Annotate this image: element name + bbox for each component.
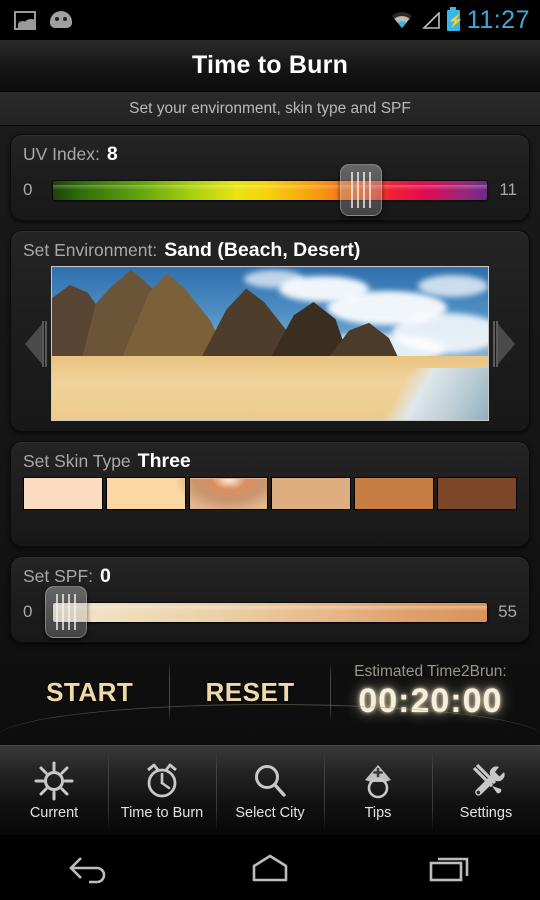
skin-swatch-4[interactable]	[271, 477, 352, 510]
environment-prev-button[interactable]	[23, 305, 47, 383]
bottom-tab-bar: Current Time to Burn Select City Tips Settin…	[0, 745, 540, 835]
spf-max-label: 55	[498, 602, 517, 621]
start-button[interactable]: START	[10, 677, 169, 708]
android-icon	[48, 10, 74, 30]
tab-settings[interactable]: Settings	[432, 746, 540, 835]
page-subtitle: Set your environment, skin type and SPF	[129, 99, 411, 117]
tab-label: Tips	[364, 804, 392, 821]
main-content: UV Index: 8 0 11 Set Environment: Sand (…	[0, 126, 540, 745]
skin-swatch-5[interactable]	[354, 477, 435, 510]
spf-slider-thumb[interactable]	[45, 586, 88, 638]
uv-max-label: 11	[499, 180, 517, 199]
action-bar: Time to Burn	[0, 40, 540, 92]
estimated-time-block: Estimated Time2Brun: 00:20:00	[331, 663, 530, 721]
skin-swatch-6[interactable]	[437, 477, 517, 510]
cell-signal-icon	[421, 11, 440, 29]
environment-label: Set Environment:	[23, 240, 158, 260]
spf-track-wrap[interactable]	[45, 586, 487, 638]
home-button[interactable]	[215, 843, 325, 893]
spf-min-label: 0	[23, 602, 33, 621]
environment-label-row: Set Environment: Sand (Beach, Desert)	[23, 239, 517, 262]
uv-index-label-row: UV Index: 8	[23, 143, 517, 166]
recents-icon	[429, 857, 469, 881]
battery-charging-icon	[446, 6, 464, 31]
environment-next-button[interactable]	[493, 305, 517, 383]
skin-type-swatches	[23, 477, 517, 513]
estimated-time-value: 00:20:00	[358, 682, 503, 720]
spf-slider[interactable]: 0 55	[23, 586, 517, 638]
back-button[interactable]	[35, 843, 145, 893]
tab-label: Time to Burn	[120, 804, 204, 821]
environment-value: Sand (Beach, Desert)	[164, 239, 361, 261]
tab-select-city[interactable]: Select City	[216, 746, 324, 835]
status-bar-system: 11:27	[390, 6, 530, 35]
sun-icon	[34, 761, 74, 801]
environment-card: Set Environment: Sand (Beach, Desert)	[10, 230, 530, 432]
uv-index-value: 8	[106, 143, 118, 165]
page-title: Time to Burn	[191, 51, 349, 79]
environment-carousel	[23, 266, 517, 421]
uv-track-wrap[interactable]	[53, 164, 487, 216]
skin-swatch-3[interactable]	[173, 477, 284, 513]
home-icon	[252, 854, 288, 881]
action-row: START RESET Estimated Time2Brun: 00:20:0…	[0, 652, 540, 732]
spf-track[interactable]	[53, 602, 487, 622]
tab-label: Current	[29, 804, 79, 821]
estimated-time-label: Estimated Time2Brun:	[354, 663, 507, 680]
skin-type-value: Three	[137, 450, 191, 472]
tab-tips[interactable]: Tips	[324, 746, 432, 835]
tab-label: Settings	[459, 804, 513, 821]
app-screen: 11:27 Time to Burn Set your environment,…	[0, 0, 540, 900]
chevron-right-icon	[498, 323, 515, 364]
status-bar-notifications	[14, 10, 74, 30]
spf-card: Set SPF: 0 0 55	[10, 556, 530, 643]
skin-swatch-2[interactable]	[105, 477, 186, 510]
uv-index-slider[interactable]: 0 11	[23, 164, 517, 216]
status-bar-clock: 11:27	[466, 5, 530, 34]
recents-button[interactable]	[395, 843, 505, 893]
tools-icon	[466, 761, 506, 801]
skin-type-label: Set Skin Type	[23, 451, 131, 471]
tab-time-to-burn[interactable]: Time to Burn	[108, 746, 216, 835]
environment-photo[interactable]	[51, 266, 489, 421]
gallery-icon	[14, 10, 36, 30]
tab-current[interactable]: Current	[0, 746, 108, 835]
wifi-icon	[390, 11, 414, 29]
spf-label-row: Set SPF: 0	[23, 565, 517, 588]
spf-value: 0	[100, 565, 111, 587]
back-arrow-icon	[69, 856, 106, 883]
alarm-clock-icon	[142, 761, 182, 801]
chevron-left-icon	[25, 323, 42, 364]
uv-slider-thumb[interactable]	[340, 164, 383, 216]
skin-type-label-row: Set Skin Type Three	[23, 450, 517, 473]
reset-button[interactable]: RESET	[170, 677, 329, 708]
skin-selection-glow	[173, 479, 284, 513]
uv-index-card: UV Index: 8 0 11	[10, 134, 530, 221]
nurse-hat-icon	[358, 761, 398, 801]
uv-index-label: UV Index:	[23, 144, 100, 164]
skin-swatch-1[interactable]	[23, 477, 103, 510]
status-bar: 11:27	[0, 0, 540, 40]
uv-track[interactable]	[53, 180, 487, 200]
page-subtitle-bar: Set your environment, skin type and SPF	[0, 92, 540, 126]
search-icon	[250, 761, 290, 801]
skin-type-card: Set Skin Type Three	[10, 441, 530, 547]
tab-label: Select City	[235, 804, 305, 821]
android-nav-bar	[0, 835, 540, 900]
spf-label: Set SPF:	[23, 566, 94, 586]
uv-min-label: 0	[23, 180, 33, 199]
